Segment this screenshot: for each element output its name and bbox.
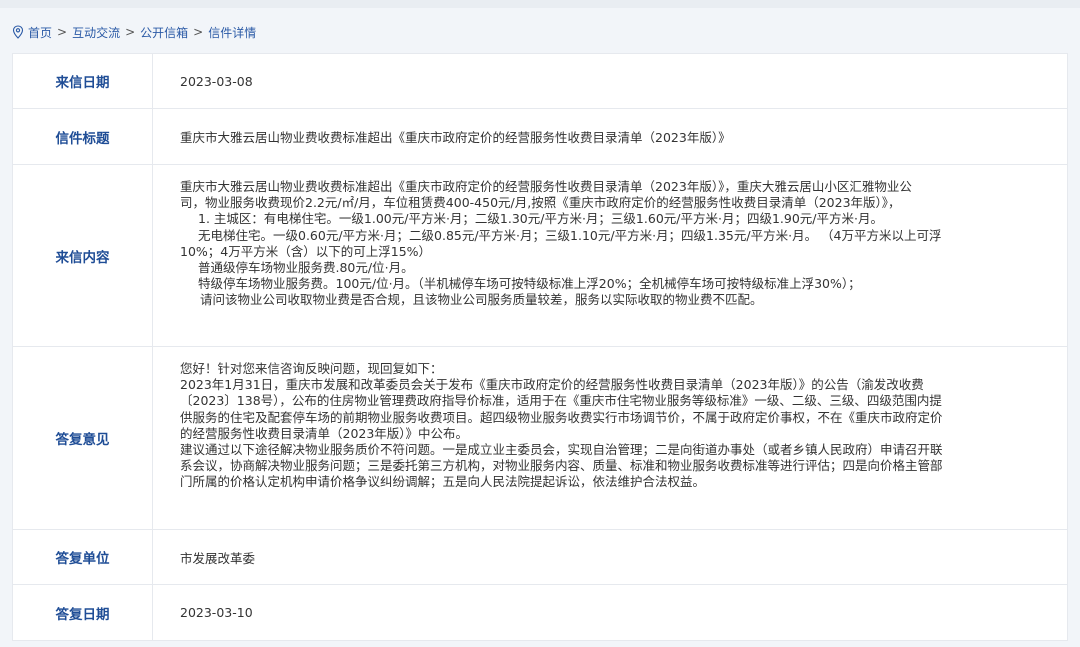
letter-content-label: 来信内容 <box>13 165 153 346</box>
breadcrumb-separator: > <box>193 25 204 39</box>
reply-line: 建议通过以下途径解决物业服务质价不符问题。一是成立业主委员会，实现自治管理；二是… <box>180 442 943 458</box>
letter-date-label: 来信日期 <box>13 54 153 108</box>
content-line: 1. 主城区：有电梯住宅。一级1.00元/平方米·月；二级1.30元/平方米·月… <box>198 211 883 227</box>
reply-line: 〔2023〕138号），公布的住房物业管理费政府指导价标准，适用于在《重庆市住宅… <box>180 393 942 409</box>
reply-unit-label: 答复单位 <box>13 530 153 584</box>
breadcrumb-mailbox-link[interactable]: 公开信箱 <box>140 24 188 41</box>
breadcrumb-home-link[interactable]: 首页 <box>28 24 52 41</box>
content-line: 无电梯住宅。一级0.60元/平方米·月；二级0.85元/平方米·月；三级1.10… <box>198 227 942 243</box>
breadcrumb-separator: > <box>125 25 136 39</box>
reply-unit-value: 市发展改革委 <box>180 550 256 566</box>
letter-title-label: 信件标题 <box>13 109 153 164</box>
content-line: 特级停车场物业服务费。100元/位·月。（半机械停车场可按特级标准上浮20%；全… <box>198 276 861 292</box>
reply-line: 的经营服务性收费目录清单（2023年版）》中公布。 <box>180 425 469 441</box>
reply-line: 2023年1月31日，重庆市发展和改革委员会关于发布《重庆市政府定价的经营服务性… <box>180 377 924 393</box>
reply-unit-row: 答复单位 市发展改革委 <box>13 530 1067 585</box>
reply-opinion-row: 答复意见 您好！针对您来信咨询反映问题，现回复如下： 2023年1月31日，重庆… <box>13 347 1067 530</box>
breadcrumb-interaction-link[interactable]: 互动交流 <box>72 24 120 41</box>
letter-title-value: 重庆市大雅云居山物业费收费标准超出《重庆市政府定价的经营服务性收费目录清单（20… <box>180 130 731 145</box>
content-line: 普通级停车场物业服务费.80元/位·月。 <box>198 260 414 276</box>
letter-date-value: 2023-03-08 <box>180 73 253 89</box>
reply-line: 您好！针对您来信咨询反映问题，现回复如下： <box>180 361 443 376</box>
reply-line: 供服务的住宅及配套停车场的前期物业服务收费项目。超四级物业服务收费实行市场调节价… <box>180 409 943 425</box>
reply-line: 系会议，协商解决物业服务问题；三是委托第三方机构，对物业服务内容、质量、标准和物… <box>180 458 943 474</box>
breadcrumb-separator: > <box>57 25 68 39</box>
content-line: 重庆市大雅云居山物业费收费标准超出《重庆市政府定价的经营服务性收费目录清单（20… <box>180 179 912 194</box>
letter-date-row: 来信日期 2023-03-08 <box>13 54 1067 109</box>
breadcrumb-current: 信件详情 <box>208 25 257 40</box>
reply-date-label: 答复日期 <box>13 585 153 640</box>
breadcrumb: 首页 > 互动交流 > 公开信箱 > 信件详情 <box>12 22 256 42</box>
reply-opinion-value: 您好！针对您来信咨询反映问题，现回复如下： 2023年1月31日，重庆市发展和改… <box>153 347 1067 529</box>
reply-opinion-label: 答复意见 <box>13 347 153 529</box>
top-band <box>0 0 1080 8</box>
reply-date-value: 2023-03-10 <box>180 605 253 620</box>
reply-date-row: 答复日期 2023-03-10 <box>13 585 1067 641</box>
content-line: 10%；4万平方米（含）以下的可上浮15%） <box>180 243 432 259</box>
letter-content-value: 重庆市大雅云居山物业费收费标准超出《重庆市政府定价的经营服务性收费目录清单（20… <box>153 165 1067 346</box>
letter-title-row: 信件标题 重庆市大雅云居山物业费收费标准超出《重庆市政府定价的经营服务性收费目录… <box>13 109 1067 165</box>
content-line: 司，物业服务收费现价2.2元/㎡/月，车位租赁费400-450元/月,按照《重庆… <box>180 195 901 211</box>
location-pin-icon <box>12 25 24 39</box>
letter-detail-table: 来信日期 2023-03-08 信件标题 重庆市大雅云居山物业费收费标准超出《重… <box>12 53 1068 641</box>
letter-content-row: 来信内容 重庆市大雅云居山物业费收费标准超出《重庆市政府定价的经营服务性收费目录… <box>13 165 1067 347</box>
content-line: 请问该物业公司收取物业费是否合规，且该物业公司服务质量较差，服务以实际收取的物业… <box>200 292 763 308</box>
reply-line: 门所属的价格认定机构申请价格争议纠纷调解；五是向人民法院提起诉讼，依法维护合法权… <box>180 474 706 490</box>
